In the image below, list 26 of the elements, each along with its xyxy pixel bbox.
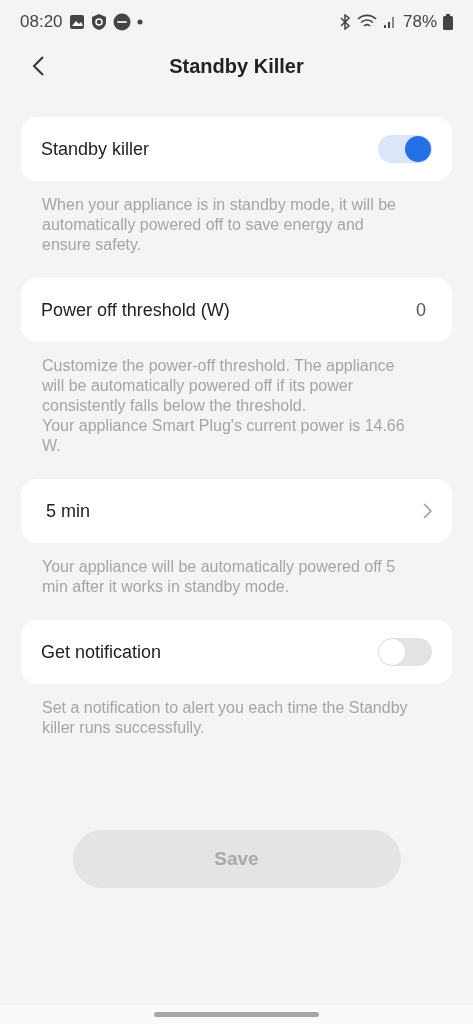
setting-label: Get notification: [41, 641, 163, 663]
setting-label: Standby killer: [41, 138, 151, 160]
image-icon: [68, 14, 85, 30]
bluetooth-icon: [338, 14, 351, 30]
setting-label: Power off threshold (W): [41, 299, 231, 321]
setting-row[interactable]: Power off threshold (W) 0: [21, 278, 452, 342]
setting-description: Your appliance will be automatically powered off 5 min after it works in standby mode.: [41, 557, 397, 597]
signal-icon: [382, 15, 397, 29]
setting-description: When your appliance is in standby mode, it will be automatically powered off to save energy and ensure safety.: [41, 195, 397, 255]
setting-row[interactable]: Get notification: [21, 620, 452, 684]
toggle-switch[interactable]: [378, 135, 432, 163]
battery-icon: [443, 14, 453, 30]
setting-description: Set a notification to alert you each time the Standby killer runs successfully.: [41, 698, 409, 738]
page-title: Standby Killer: [169, 54, 304, 78]
toggle-switch[interactable]: [378, 638, 432, 666]
setting-row[interactable]: Standby killer: [21, 117, 452, 181]
shield-icon: [90, 13, 107, 31]
setting-label: 5 min: [45, 500, 91, 522]
dot-icon: [136, 19, 143, 25]
app-badge-icon: [112, 13, 131, 31]
threshold-value: 0: [416, 299, 426, 321]
setting-row[interactable]: 5 min: [21, 479, 452, 543]
chevron-right-icon: [423, 503, 432, 519]
status-time: 08:20: [20, 12, 63, 32]
setting-description: Customize the power-off threshold. The appliance will be automatically powered off if its power consistently falls below the threshold. Your appliance Smart Plug's current power is 14.66 W.: [41, 356, 406, 456]
battery-percent: 78%: [402, 12, 437, 32]
